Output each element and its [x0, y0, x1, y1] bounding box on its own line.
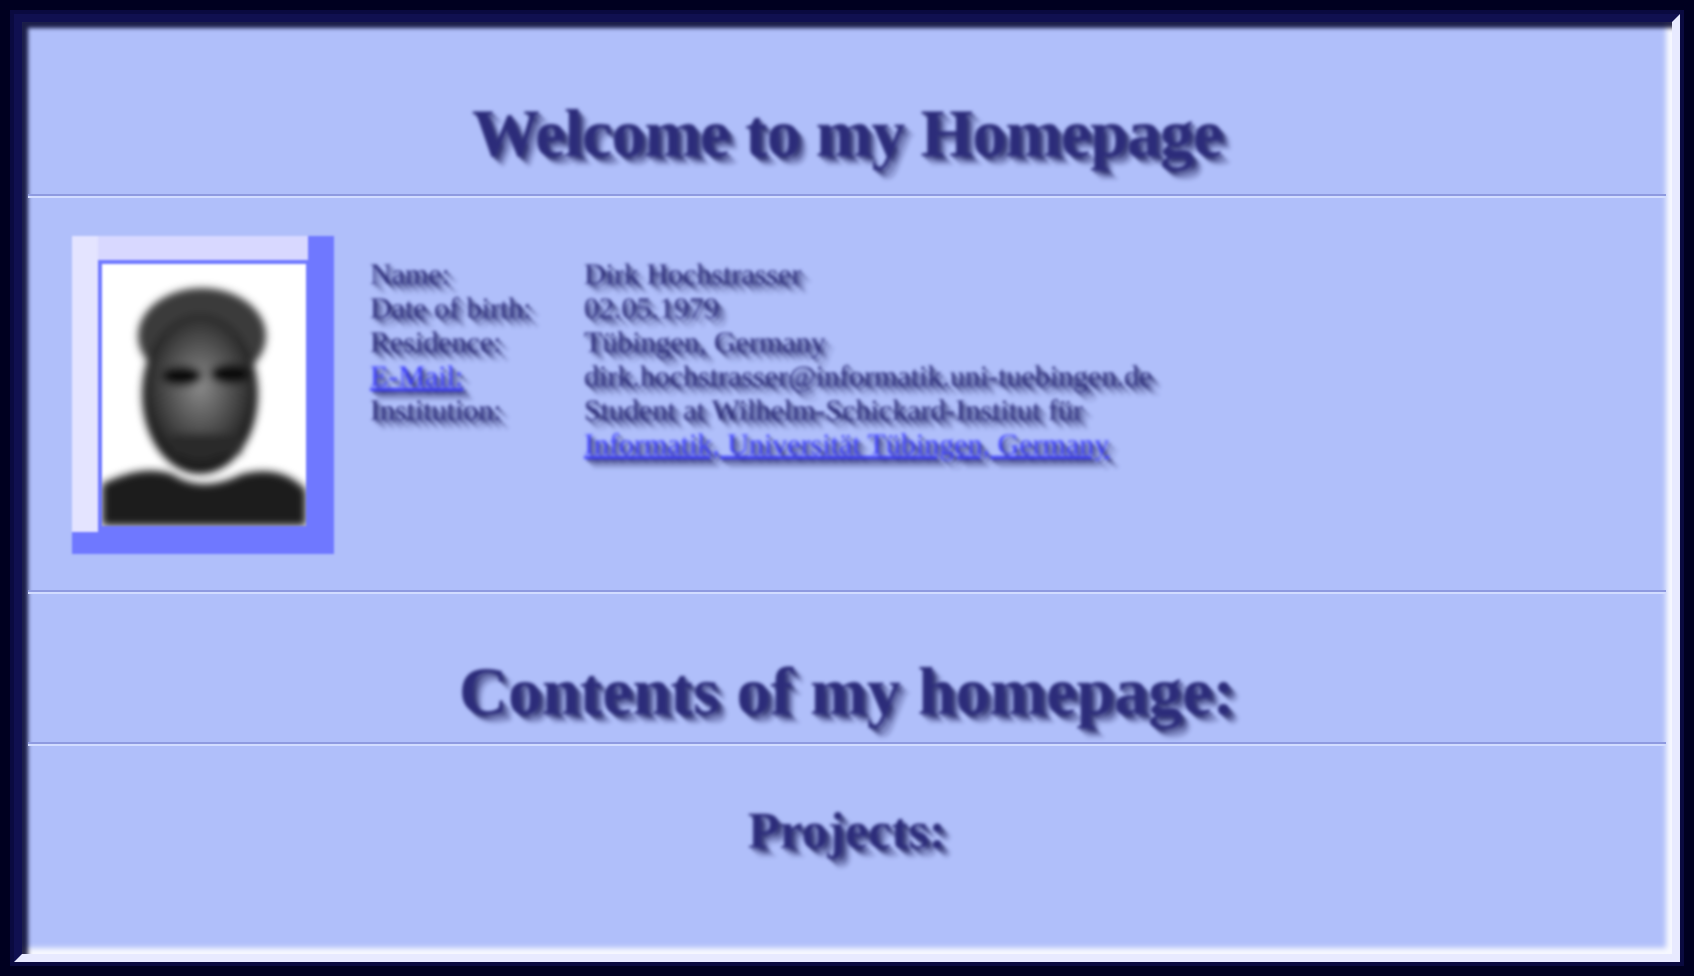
divider [28, 194, 1666, 198]
profile-row-residence: Residence: Tübingen, Germany [370, 326, 1152, 360]
profile-value: Dirk Hochstrasser [584, 258, 802, 291]
profile-label: Residence: [370, 326, 502, 359]
contents-title: Contents of my homepage: [458, 653, 1236, 729]
portrait-photo [102, 264, 306, 526]
photo-frame-bevel-top [72, 236, 308, 260]
page-title: Welcome to my Homepage [471, 95, 1223, 171]
page-body: Welcome to my Homepage Name: Dirk Hochst… [14, 14, 1680, 962]
photo-frame-bevel-left [72, 236, 98, 532]
profile-value: Tübingen, Germany [584, 326, 826, 359]
profile-value: dirk.hochstrasser@informatik.uni-tuebing… [584, 360, 1153, 393]
divider [28, 590, 1666, 594]
profile-row-institution: Institution: Student at Wilhelm-Schickar… [370, 394, 1152, 428]
profile-row-institution-cont: Informatik, Universität Tübingen, German… [370, 428, 1152, 462]
profile-label: Date of birth: [370, 292, 532, 325]
photo-frame [72, 236, 334, 554]
projects-heading: Projects: [747, 803, 947, 860]
divider [28, 742, 1666, 746]
profile-row-birth: Date of birth: 02.05.1979 [370, 292, 1152, 326]
profile-label [370, 428, 584, 462]
profile-row-email: E-Mail: dirk.hochstrasser@informatik.uni… [370, 360, 1152, 394]
profile-value: 02.05.1979 [584, 292, 719, 325]
institution-link[interactable]: Informatik, Universität Tübingen, German… [584, 428, 1109, 462]
window-frame: Welcome to my Homepage Name: Dirk Hochst… [0, 0, 1694, 976]
profile-info-table: Name: Dirk Hochstrasser Date of birth: 0… [370, 258, 1152, 462]
portrait-image [102, 264, 306, 526]
profile-label: Institution: [370, 394, 502, 427]
profile-value: Student at Wilhelm-Schickard-Institut fü… [584, 394, 1083, 427]
profile-label: Name: [370, 258, 450, 291]
email-link[interactable]: E-Mail: [370, 360, 584, 394]
profile-row-name: Name: Dirk Hochstrasser [370, 258, 1152, 292]
